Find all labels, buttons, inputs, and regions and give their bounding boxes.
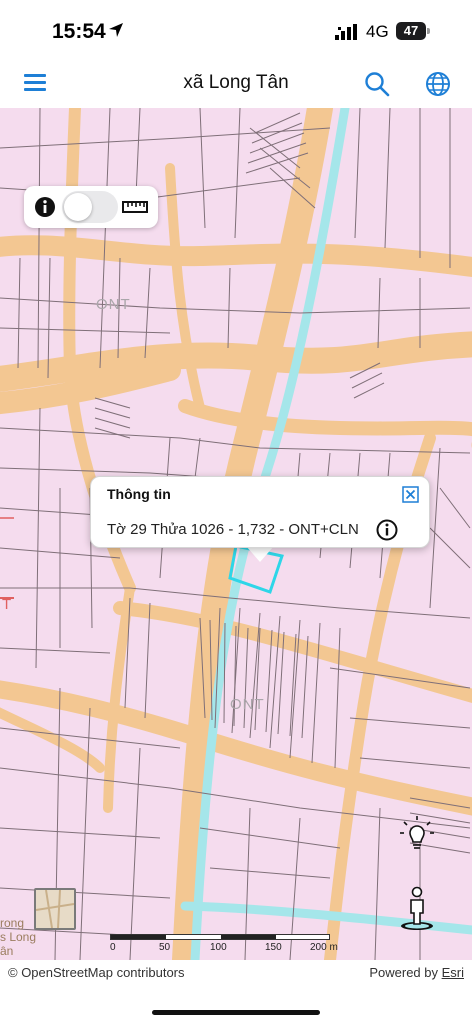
popup-title: Thông tin	[107, 486, 171, 502]
parcel-info-text: Tờ 29 Thửa 1026 - 1,732 - ONT+CLN	[107, 521, 359, 538]
esri-link[interactable]: Esri	[442, 965, 464, 980]
measure-toggle-panel	[24, 186, 158, 228]
lightbulb-icon[interactable]	[398, 814, 436, 854]
zone-label: T	[2, 596, 13, 613]
powered-by-text: Powered by	[369, 965, 442, 980]
status-bar: 15:54 4G 47	[0, 0, 472, 60]
scale-track	[110, 934, 330, 940]
battery-icon: 47	[396, 22, 430, 40]
info-popup: Thông tin Tờ 29 Thửa 1026 - 1,732 - ONT+…	[90, 476, 430, 548]
info-icon[interactable]	[376, 519, 398, 541]
zone-label: ONT	[230, 696, 265, 713]
popup-pointer	[246, 546, 274, 562]
page-title: xã Long Tân	[183, 72, 289, 93]
overview-map-thumbnail[interactable]	[34, 888, 76, 930]
thumbnail-caption: rong s Long ân	[0, 916, 36, 958]
map-view[interactable]: ONT ONT T Thông tin Tờ 29 Thửa 1026 - 1,…	[0, 108, 472, 960]
home-indicator[interactable]	[152, 1010, 320, 1015]
thumbnail-text: s Long	[0, 930, 37, 944]
street-view-person-icon[interactable]	[398, 886, 436, 932]
scale-label: 0	[110, 942, 116, 953]
network-type: 4G	[366, 22, 389, 41]
ruler-icon[interactable]	[122, 198, 148, 216]
status-time: 15:54	[52, 20, 106, 43]
info-icon[interactable]	[34, 196, 56, 218]
map-attribution: © OpenStreetMap contributors Powered by …	[0, 960, 472, 986]
thumbnail-text: rong	[0, 916, 25, 930]
app-header: xã Long Tân	[0, 60, 472, 108]
close-box-icon[interactable]	[402, 486, 419, 503]
toggle-knob	[64, 193, 92, 221]
battery-level: 47	[403, 23, 419, 38]
scale-label: 150	[265, 942, 282, 953]
measure-toggle[interactable]	[62, 191, 118, 223]
scale-label: 50	[159, 942, 171, 953]
scale-label: 200 m	[310, 942, 338, 953]
zone-label: ONT	[96, 296, 131, 313]
location-arrow-icon	[109, 23, 123, 37]
signal-strength-icon	[335, 24, 357, 40]
scale-bar: 0 50 100 150 200 m	[110, 930, 346, 960]
scale-label: 100	[210, 942, 227, 953]
thumbnail-text: ân	[0, 944, 14, 958]
globe-icon[interactable]	[424, 70, 452, 98]
bottom-safe-area	[0, 986, 472, 1024]
search-icon[interactable]	[363, 70, 391, 98]
osm-attribution: © OpenStreetMap contributors	[8, 965, 185, 980]
esri-attribution[interactable]: Powered by Esri	[369, 965, 464, 980]
